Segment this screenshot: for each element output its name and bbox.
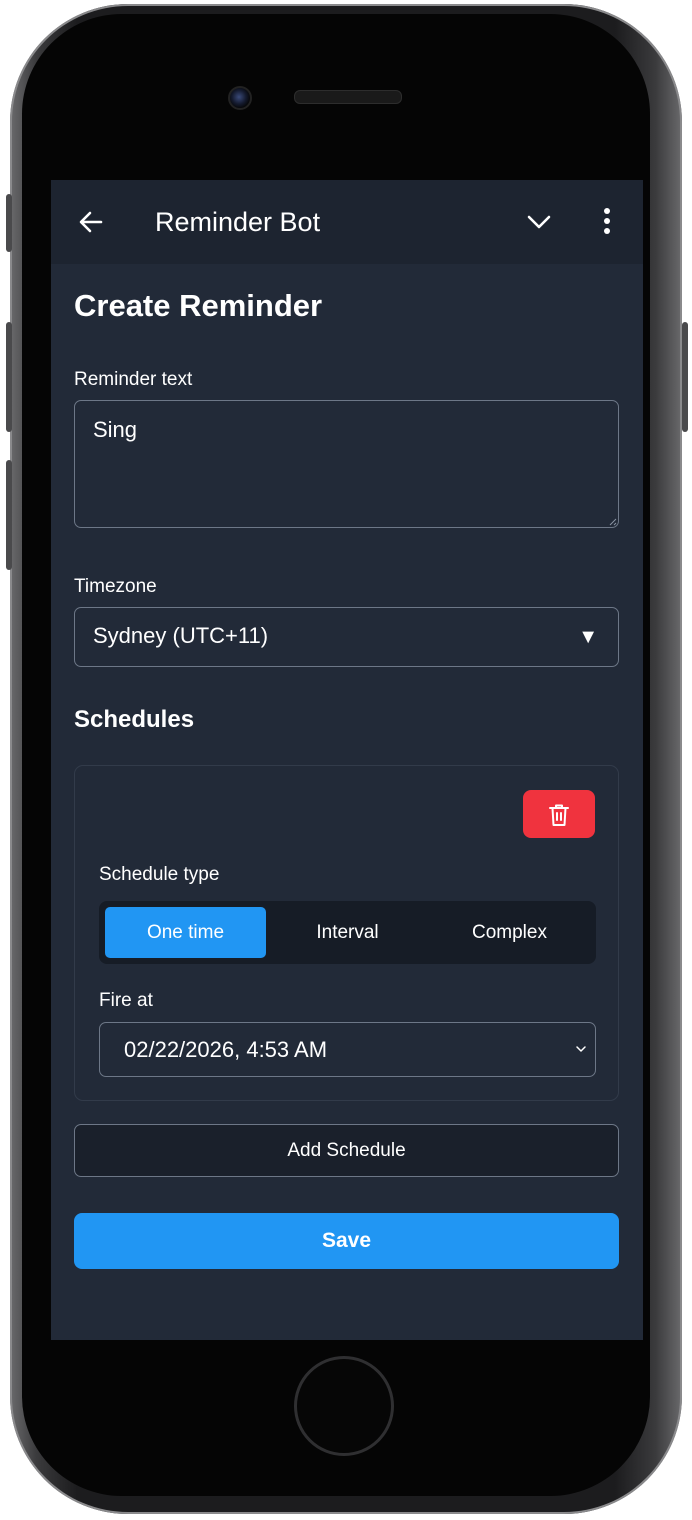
trash-icon <box>549 804 569 826</box>
add-schedule-button[interactable]: Add Schedule <box>74 1124 619 1177</box>
arrow-left-icon[interactable] <box>77 208 105 236</box>
fire-at-label: Fire at <box>99 990 153 1011</box>
dropdown-caret-icon: ▼ <box>578 626 598 648</box>
fire-at-input[interactable]: 02/22/2026, 4:53 AM <box>99 1022 596 1077</box>
page-title: Create Reminder <box>74 288 323 323</box>
reminder-text-label: Reminder text <box>74 369 193 390</box>
chevron-down-icon <box>576 1046 586 1052</box>
fire-at-value: 02/22/2026, 4:53 AM <box>124 1037 328 1062</box>
volume-down-button <box>6 460 12 570</box>
schedule-type-interval[interactable]: Interval <box>267 907 428 958</box>
delete-schedule-button[interactable] <box>523 790 595 838</box>
volume-up-button <box>6 322 12 432</box>
resize-grip-icon[interactable] <box>607 516 617 526</box>
timezone-label: Timezone <box>74 576 157 597</box>
app-header: Reminder Bot <box>51 180 643 264</box>
schedule-card: Schedule type One time Interval Complex … <box>74 765 619 1101</box>
schedule-type-one-time[interactable]: One time <box>105 907 266 958</box>
timezone-value: Sydney (UTC+11) <box>93 623 269 648</box>
mute-switch <box>6 194 12 252</box>
schedule-type-complex[interactable]: Complex <box>429 907 590 958</box>
header-title: Reminder Bot <box>155 207 321 237</box>
earpiece-speaker <box>294 90 402 104</box>
front-camera <box>228 86 252 110</box>
home-button[interactable] <box>294 1356 394 1456</box>
power-button <box>682 322 688 432</box>
app-screen: Reminder Bot Create Reminder Reminder te… <box>51 180 643 1340</box>
more-vertical-icon[interactable] <box>595 206 619 236</box>
schedules-title: Schedules <box>74 706 195 733</box>
chevron-down-icon[interactable] <box>525 208 553 236</box>
schedule-type-label: Schedule type <box>99 864 220 885</box>
timezone-select[interactable]: Sydney (UTC+11) ▼ <box>74 607 619 667</box>
schedule-type-selector: One time Interval Complex <box>99 901 596 964</box>
save-button[interactable]: Save <box>74 1213 619 1269</box>
reminder-text-input[interactable]: Sing <box>74 400 619 528</box>
